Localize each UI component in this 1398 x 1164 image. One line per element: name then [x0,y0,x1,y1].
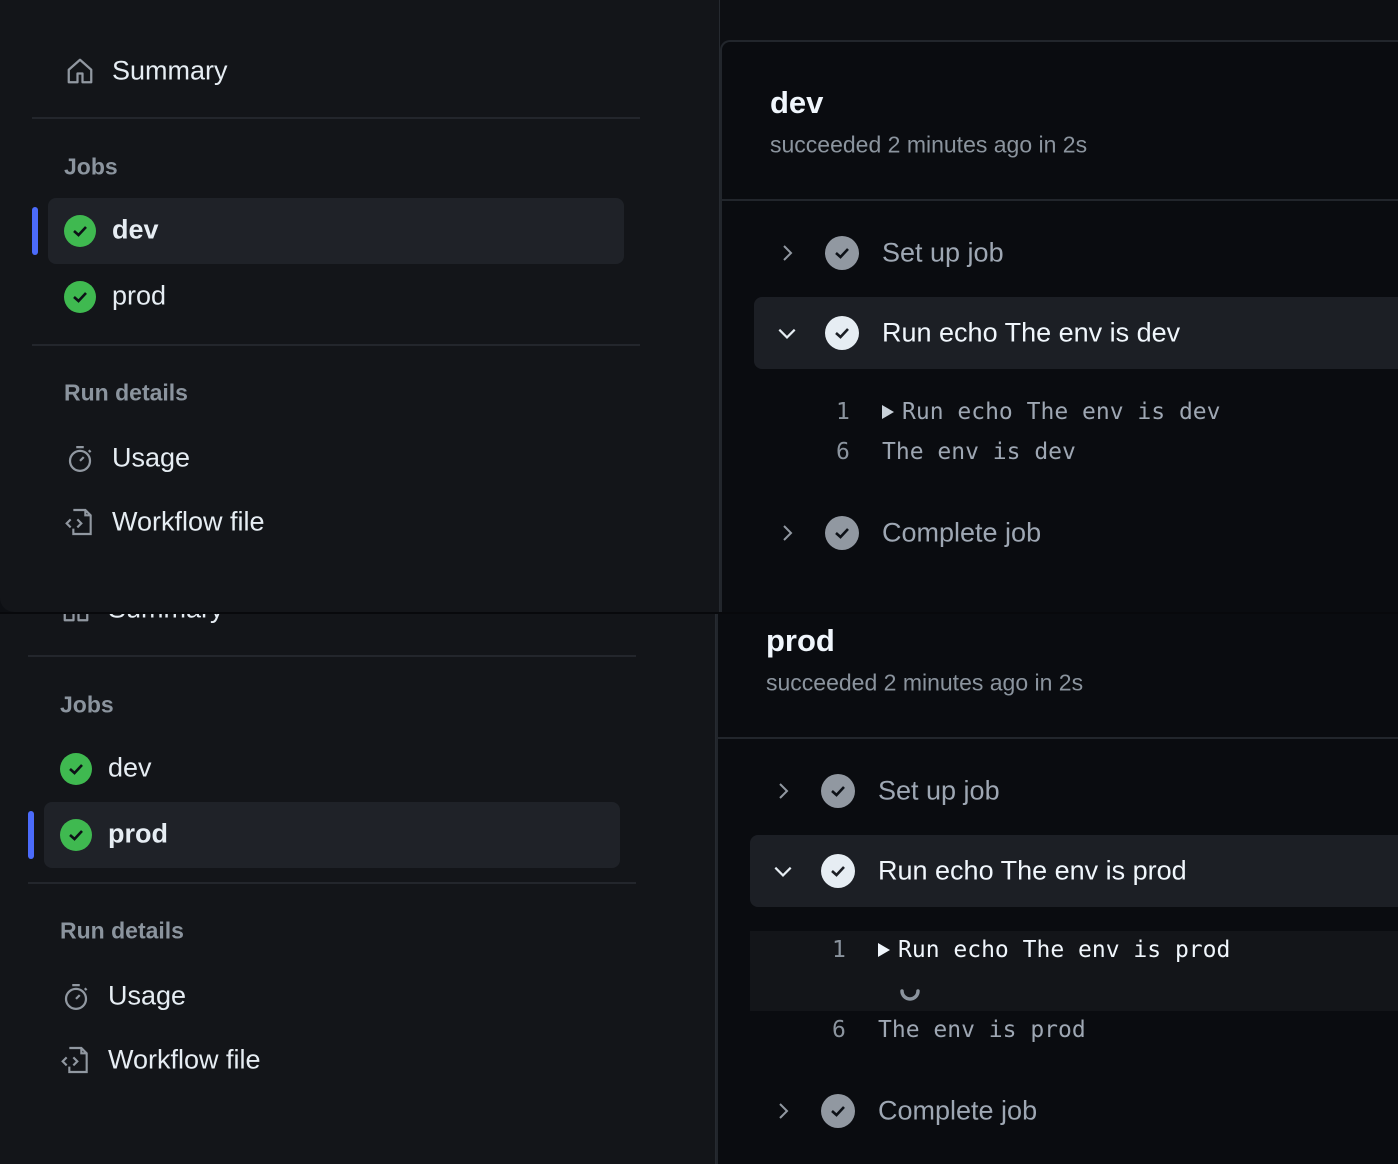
job-label[interactable]: dev [112,215,159,246]
sidebar-job-prod[interactable]: prod [112,281,166,312]
chevron-right-icon[interactable] [773,1101,793,1121]
selected-indicator [32,207,38,255]
step-complete-job[interactable]: Complete job [882,518,1041,549]
sidebar: Summary Jobs dev prod Run details Usage … [0,0,720,612]
step-run-echo[interactable]: Run echo The env is dev [882,318,1180,349]
stopwatch-icon [64,984,88,1010]
log-line-text[interactable]: Run echo The env is dev [902,399,1221,425]
log-line-number[interactable]: 6 [832,1017,846,1043]
log-line-text: The env is dev [882,439,1076,465]
home-icon [67,58,93,84]
triangle-right-icon[interactable] [877,942,891,958]
divider [28,655,636,657]
step-check-icon [821,1094,855,1128]
step-complete-job[interactable]: Complete job [878,1096,1037,1127]
divider [718,737,1398,739]
loading-spinner-icon [900,989,920,1001]
bottom-screenshot: Summary Jobs dev prod Run details Usage … [0,614,1398,1164]
sidebar-item-workflow-file[interactable]: Workflow file [112,507,265,538]
home-icon [63,614,89,622]
stopwatch-icon [68,446,92,472]
sidebar-item-summary[interactable]: Summary [112,56,228,87]
log-line-text[interactable]: Run echo The env is prod [898,937,1230,963]
run-details-heading: Run details [60,917,184,944]
step-check-icon [821,854,855,888]
divider [28,882,636,884]
sidebar-item-workflow-file[interactable]: Workflow file [108,1045,261,1076]
chevron-down-icon[interactable] [772,860,794,882]
jobs-heading: Jobs [64,153,118,180]
step-check-icon [825,516,859,550]
step-run-echo[interactable]: Run echo The env is prod [878,856,1187,887]
workflow-file-icon [61,1046,88,1074]
workflow-file-icon [65,508,92,536]
step-set-up-job[interactable]: Set up job [878,776,1000,807]
success-check-icon [64,281,96,313]
log-line-number[interactable]: 1 [832,937,846,963]
job-status: succeeded 2 minutes ago in 2s [770,131,1088,158]
sidebar-job-dev[interactable]: dev [108,753,152,784]
success-check-icon [64,215,96,247]
log-line-text: The env is prod [878,1017,1086,1043]
triangle-right-icon[interactable] [881,404,895,420]
chevron-down-icon[interactable] [776,322,798,344]
step-check-icon [821,774,855,808]
chevron-right-icon[interactable] [777,523,797,543]
top-screenshot: Summary Jobs dev prod Run details Usage … [0,0,1398,612]
sidebar-item-usage[interactable]: Usage [112,443,190,474]
divider [32,344,640,346]
success-check-icon [60,753,92,785]
chevron-right-icon[interactable] [773,781,793,801]
sidebar-item-usage[interactable]: Usage [108,981,186,1012]
run-details-heading: Run details [64,379,188,406]
sidebar-item-summary[interactable]: Summary [108,614,224,625]
divider [722,199,1398,201]
job-title: dev [770,85,824,120]
selected-indicator [28,811,34,859]
jobs-heading: Jobs [60,691,114,718]
job-title: prod [766,623,835,658]
job-label[interactable]: prod [108,819,168,850]
step-set-up-job[interactable]: Set up job [882,238,1004,269]
sidebar: Summary Jobs dev prod Run details Usage … [0,614,716,1164]
step-check-icon [825,316,859,350]
log-line-number[interactable]: 6 [836,439,850,465]
job-status: succeeded 2 minutes ago in 2s [766,669,1084,696]
log-line-number[interactable]: 1 [836,399,850,425]
divider [32,117,640,119]
success-check-icon [60,819,92,851]
step-check-icon [825,236,859,270]
chevron-right-icon[interactable] [777,243,797,263]
